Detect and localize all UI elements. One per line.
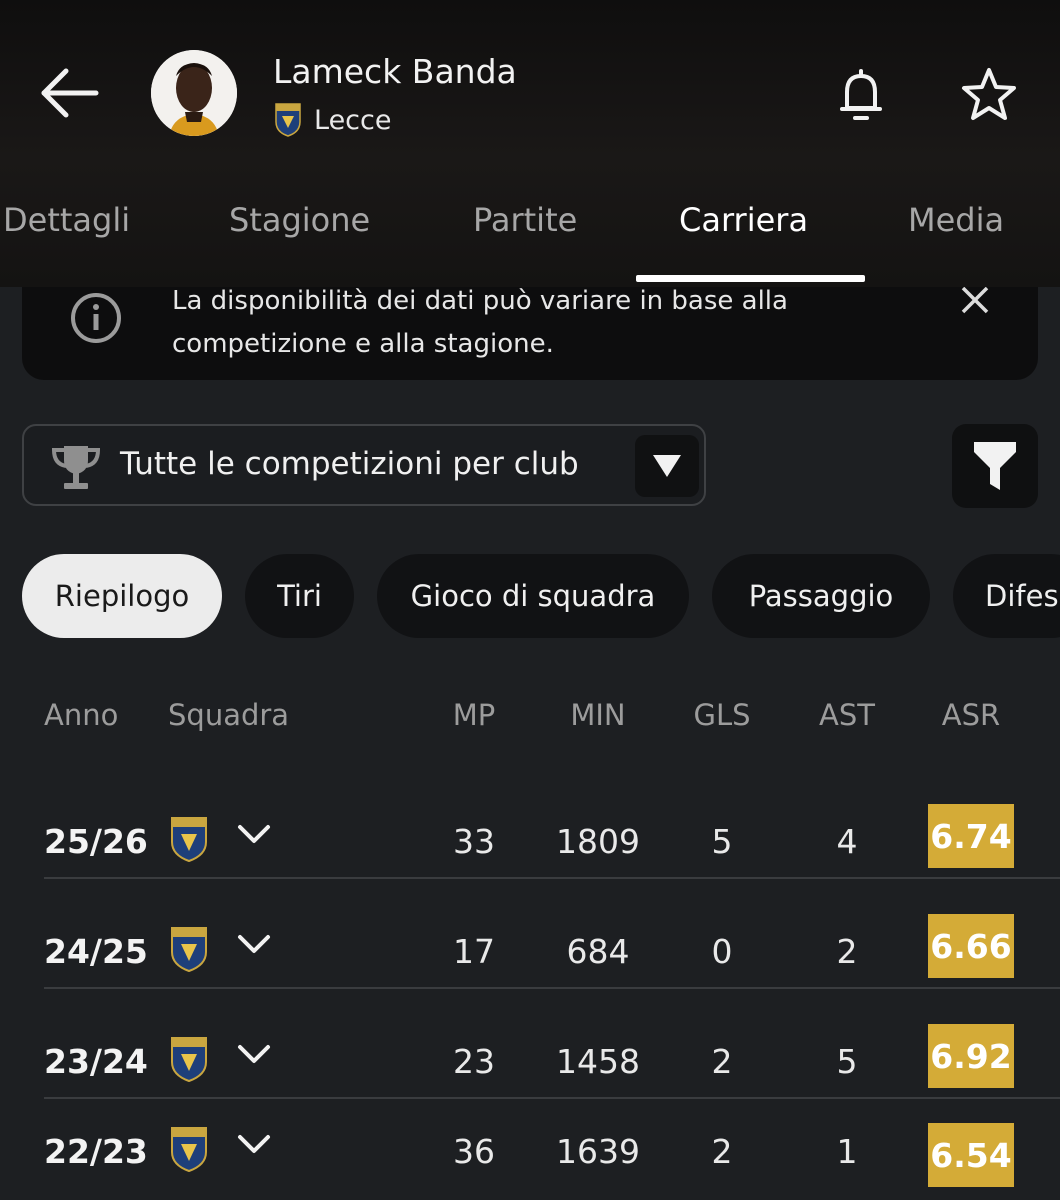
goals: 2 bbox=[711, 1042, 733, 1081]
chip-tiri[interactable]: Tiri bbox=[245, 554, 354, 638]
chevron-down-icon[interactable] bbox=[237, 823, 271, 845]
table-row[interactable]: 22/23 36 1639 2 1 6.54 bbox=[0, 1090, 1060, 1200]
lecce-crest-icon bbox=[171, 1037, 207, 1083]
lecce-crest-icon bbox=[171, 927, 207, 973]
rating-badge: 6.66 bbox=[928, 914, 1014, 978]
club-row[interactable]: Lecce bbox=[274, 100, 391, 140]
tab-media[interactable]: Media bbox=[908, 201, 1004, 239]
table-row[interactable]: 25/26 33 1809 5 4 6.74 bbox=[0, 790, 1060, 900]
assists: 2 bbox=[836, 932, 858, 971]
stat-category-chips: Riepilogo Tiri Gioco di squadra Passaggi… bbox=[0, 554, 1060, 638]
minutes: 1639 bbox=[556, 1132, 640, 1171]
header-ast[interactable]: AST bbox=[797, 698, 897, 732]
assists: 1 bbox=[836, 1132, 858, 1171]
rating-badge: 6.74 bbox=[928, 804, 1014, 868]
tab-stagione[interactable]: Stagione bbox=[229, 201, 370, 239]
competition-dropdown[interactable]: Tutte le competizioni per club bbox=[22, 424, 706, 506]
matches-played: 17 bbox=[453, 932, 495, 971]
tab-bar: Dettagli Stagione Partite Carriera Media bbox=[0, 195, 1060, 287]
lecce-crest-icon bbox=[171, 817, 207, 863]
header-squadra: Squadra bbox=[168, 698, 290, 732]
matches-played: 33 bbox=[453, 822, 495, 861]
chip-difesa[interactable]: Difes bbox=[953, 554, 1060, 638]
trophy-icon bbox=[51, 446, 101, 489]
table-row[interactable]: 24/25 17 684 0 2 6.66 bbox=[0, 900, 1060, 1010]
season-year: 23/24 bbox=[44, 1042, 148, 1081]
matches-played: 36 bbox=[453, 1132, 495, 1171]
goals: 0 bbox=[711, 932, 733, 971]
header-anno: Anno bbox=[44, 698, 119, 732]
club-name: Lecce bbox=[314, 104, 392, 136]
close-icon[interactable] bbox=[957, 282, 993, 318]
active-tab-indicator bbox=[636, 275, 865, 282]
rating-badge: 6.92 bbox=[928, 1024, 1014, 1088]
minutes: 1809 bbox=[556, 822, 640, 861]
chevron-down-icon[interactable] bbox=[237, 1133, 271, 1155]
chip-riepilogo[interactable]: Riepilogo bbox=[22, 554, 222, 638]
minutes: 1458 bbox=[556, 1042, 640, 1081]
season-year: 22/23 bbox=[44, 1132, 148, 1171]
goals: 5 bbox=[711, 822, 733, 861]
header-min[interactable]: MIN bbox=[548, 698, 648, 732]
triangle-down-icon bbox=[653, 455, 681, 477]
tab-carriera[interactable]: Carriera bbox=[679, 201, 808, 239]
tab-partite[interactable]: Partite bbox=[473, 201, 577, 239]
info-icon bbox=[71, 293, 121, 343]
chevron-down-icon[interactable] bbox=[237, 1043, 271, 1065]
lecce-crest-icon bbox=[275, 103, 301, 137]
rating-badge: 6.54 bbox=[928, 1123, 1014, 1187]
star-icon[interactable] bbox=[960, 66, 1018, 122]
assists: 5 bbox=[836, 1042, 858, 1081]
competition-label: Tutte le competizioni per club bbox=[120, 446, 579, 482]
matches-played: 23 bbox=[453, 1042, 495, 1081]
row-divider bbox=[44, 877, 1060, 879]
notice-line-2: competizione e alla stagione. bbox=[172, 329, 554, 359]
chip-gioco-di-squadra[interactable]: Gioco di squadra bbox=[377, 554, 689, 638]
season-year: 24/25 bbox=[44, 932, 148, 971]
goals: 2 bbox=[711, 1132, 733, 1171]
assists: 4 bbox=[836, 822, 858, 861]
lecce-crest-icon bbox=[171, 1127, 207, 1173]
filter-button[interactable] bbox=[952, 424, 1038, 508]
minutes: 684 bbox=[566, 932, 630, 971]
notice-text: La disponibilità dei dati può variare in… bbox=[172, 280, 912, 366]
chip-passaggio[interactable]: Passaggio bbox=[712, 554, 930, 638]
avatar bbox=[151, 50, 237, 136]
row-divider bbox=[44, 987, 1060, 989]
header-mp[interactable]: MP bbox=[424, 698, 524, 732]
funnel-icon bbox=[974, 442, 1016, 490]
dropdown-button[interactable] bbox=[635, 435, 699, 497]
tab-dettagli[interactable]: Dettagli bbox=[3, 201, 130, 239]
chevron-down-icon[interactable] bbox=[237, 933, 271, 955]
bell-icon[interactable] bbox=[835, 66, 887, 124]
season-year: 25/26 bbox=[44, 822, 148, 861]
player-header: Lameck Banda Lecce Dettagli Stagione Par… bbox=[0, 0, 1060, 287]
player-name: Lameck Banda bbox=[273, 52, 517, 91]
back-arrow-icon[interactable] bbox=[38, 62, 100, 124]
header-asr[interactable]: ASR bbox=[921, 698, 1021, 732]
header-gls[interactable]: GLS bbox=[672, 698, 772, 732]
